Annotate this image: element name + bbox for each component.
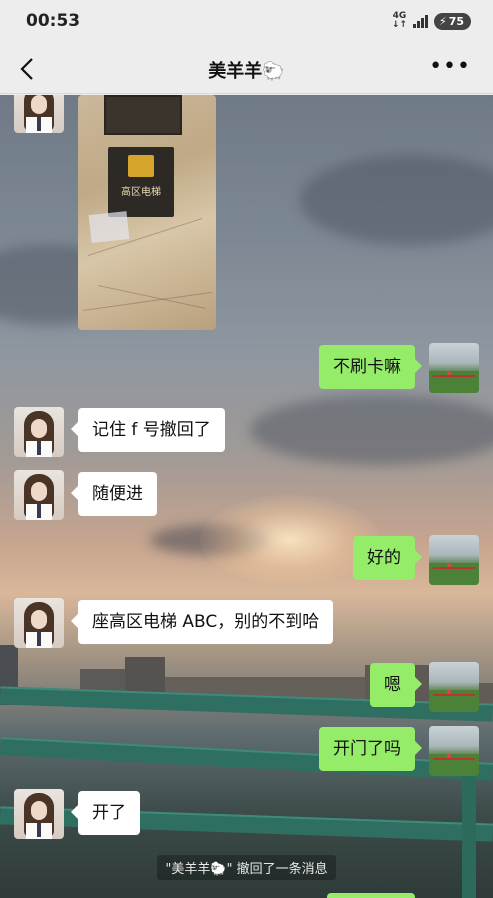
my-avatar[interactable] [429, 343, 479, 393]
elevator-sign: 高区电梯 [108, 147, 174, 217]
chat-area[interactable]: 高区电梯 不刷卡嘛 记住 f 号撤回了 随便进 好的 座高区电梯 ABC，别的不… [0, 95, 493, 898]
contact-avatar[interactable] [14, 407, 64, 457]
message-bubble-sent[interactable]: 嗯 [370, 663, 422, 707]
recall-notice: "美羊羊🐑" 撤回了一条消息 [0, 855, 493, 880]
data-arrows-icon: ↓↑ [391, 20, 407, 30]
battery-indicator: ⚡ 75 [433, 12, 471, 30]
contact-avatar[interactable] [14, 789, 64, 839]
charging-icon: ⚡ [438, 14, 447, 28]
message-bubble-sent[interactable]: 不刷卡嘛 [319, 345, 422, 389]
message-bubble-received[interactable]: 随便进 [71, 472, 157, 516]
contact-avatar[interactable] [14, 470, 64, 520]
recall-notice-text: "美羊羊🐑" 撤回了一条消息 [157, 855, 336, 880]
contact-avatar[interactable] [14, 598, 64, 648]
my-avatar[interactable] [429, 535, 479, 585]
message-bubble-received[interactable]: 开了 [71, 791, 140, 835]
my-avatar[interactable] [429, 662, 479, 712]
image-message[interactable]: 高区电梯 [78, 95, 216, 330]
my-avatar[interactable] [429, 726, 479, 776]
status-bar: 00:53 4G ↓↑ ⚡ 75 [0, 0, 493, 44]
message-bubble-received[interactable]: 记住 f 号撤回了 [71, 408, 225, 452]
status-icons: 4G ↓↑ ⚡ 75 [392, 12, 471, 30]
status-time: 00:53 [26, 11, 81, 31]
contact-avatar[interactable] [14, 95, 64, 133]
more-options-icon[interactable]: ••• [429, 56, 471, 78]
message-bubble-sent[interactable]: 开门了吗 [319, 727, 422, 771]
message-bubble-received[interactable]: 座高区电梯 ABC，别的不到哈 [70, 600, 334, 644]
signal-icon [412, 14, 428, 28]
chat-title: 美羊羊🐑 [208, 61, 285, 82]
network-type: 4G ↓↑ [391, 11, 407, 30]
message-bubble-sent[interactable]: 好的 [353, 536, 422, 580]
elevator-icon [128, 155, 154, 177]
battery-level: 75 [448, 14, 464, 28]
chat-header: 美羊羊🐑 ••• [0, 44, 493, 94]
message-bubble-sent-partial[interactable] [327, 893, 415, 898]
